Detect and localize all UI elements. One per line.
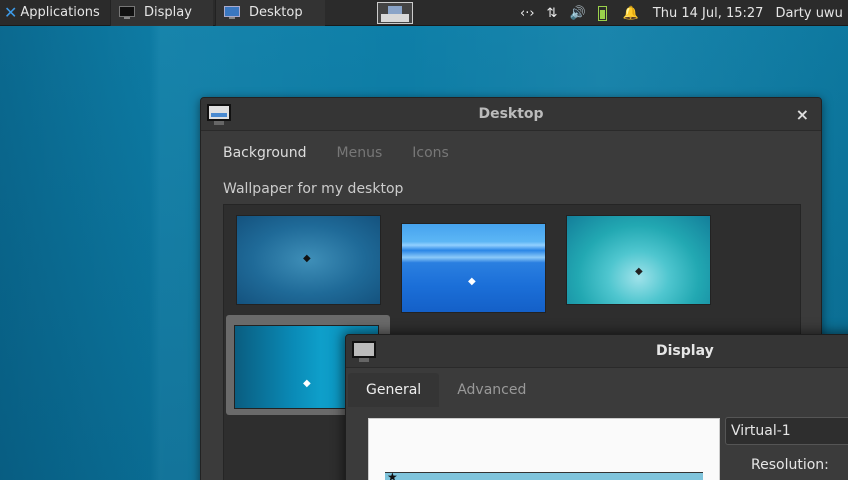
network-icon[interactable]: ‹·› — [520, 6, 535, 21]
monitor-icon — [119, 6, 135, 19]
display-preview[interactable]: ★ — [368, 418, 720, 480]
mouse-logo-icon: ◆ — [303, 253, 311, 264]
window-title: Display — [656, 343, 714, 359]
tab-bar: Background Menus Icons — [223, 145, 479, 161]
taskbar-item-label: Display — [144, 5, 192, 20]
close-icon[interactable]: × — [796, 105, 809, 124]
tab-bar: General Advanced — [348, 373, 544, 407]
taskbar-item-label: Desktop — [249, 5, 303, 20]
tab-general[interactable]: General — [348, 373, 440, 407]
user-menu[interactable]: Darty uwu — [775, 6, 842, 21]
desktop-settings-icon — [224, 6, 240, 19]
clock[interactable]: Thu 14 Jul, 15:27 — [653, 6, 764, 21]
battery-icon[interactable] — [597, 5, 607, 21]
wallpaper-thumbnail[interactable]: ◆ — [566, 215, 711, 305]
primary-star-icon: ★ — [387, 470, 398, 480]
wallpaper-section-label: Wallpaper for my desktop — [223, 181, 404, 197]
resolution-label: Resolution: — [751, 457, 829, 473]
volume-icon[interactable]: 🔊 — [569, 6, 585, 21]
taskbar-item-desktop[interactable]: Desktop — [215, 0, 325, 26]
workspace-window-preview — [388, 5, 402, 14]
tab-menus[interactable]: Menus — [337, 145, 383, 161]
mouse-logo-icon: ◆ — [303, 378, 311, 389]
mouse-logo-icon: ◆ — [635, 266, 643, 277]
monitor-preview[interactable] — [385, 472, 703, 480]
xfce-logo-icon: ✕ — [4, 3, 18, 22]
transfer-icon[interactable]: ⇅ — [547, 6, 558, 21]
wallpaper-thumbnail[interactable]: ◆ — [401, 223, 546, 313]
window-titlebar[interactable]: Desktop × — [201, 98, 821, 131]
window-titlebar[interactable]: Display — [346, 335, 848, 368]
taskbar-item-display[interactable]: Display — [110, 0, 213, 26]
tab-icons[interactable]: Icons — [412, 145, 449, 161]
display-app-icon — [352, 341, 376, 362]
workspace-switcher[interactable] — [377, 1, 413, 24]
top-panel: ✕ Applications Display Desktop ‹·› ⇅ 🔊 🔔… — [0, 0, 848, 26]
notification-bell-icon[interactable]: 🔔 — [623, 6, 639, 21]
display-settings-window: Display General Advanced ★ Virtual-1 Res… — [345, 334, 848, 480]
mouse-logo-icon: ◆ — [468, 276, 476, 287]
system-tray: ‹·› ⇅ 🔊 🔔 Thu 14 Jul, 15:27 Darty uwu — [520, 0, 843, 26]
applications-menu-button[interactable]: ✕ Applications — [0, 0, 110, 26]
applications-label: Applications — [20, 5, 100, 20]
wallpaper-thumbnail[interactable]: ◆ — [236, 215, 381, 305]
tab-background[interactable]: Background — [223, 145, 307, 161]
window-title: Desktop — [478, 106, 544, 122]
workspace-window-preview — [381, 13, 409, 22]
output-select[interactable]: Virtual-1 — [725, 417, 848, 445]
tab-advanced[interactable]: Advanced — [439, 373, 544, 407]
